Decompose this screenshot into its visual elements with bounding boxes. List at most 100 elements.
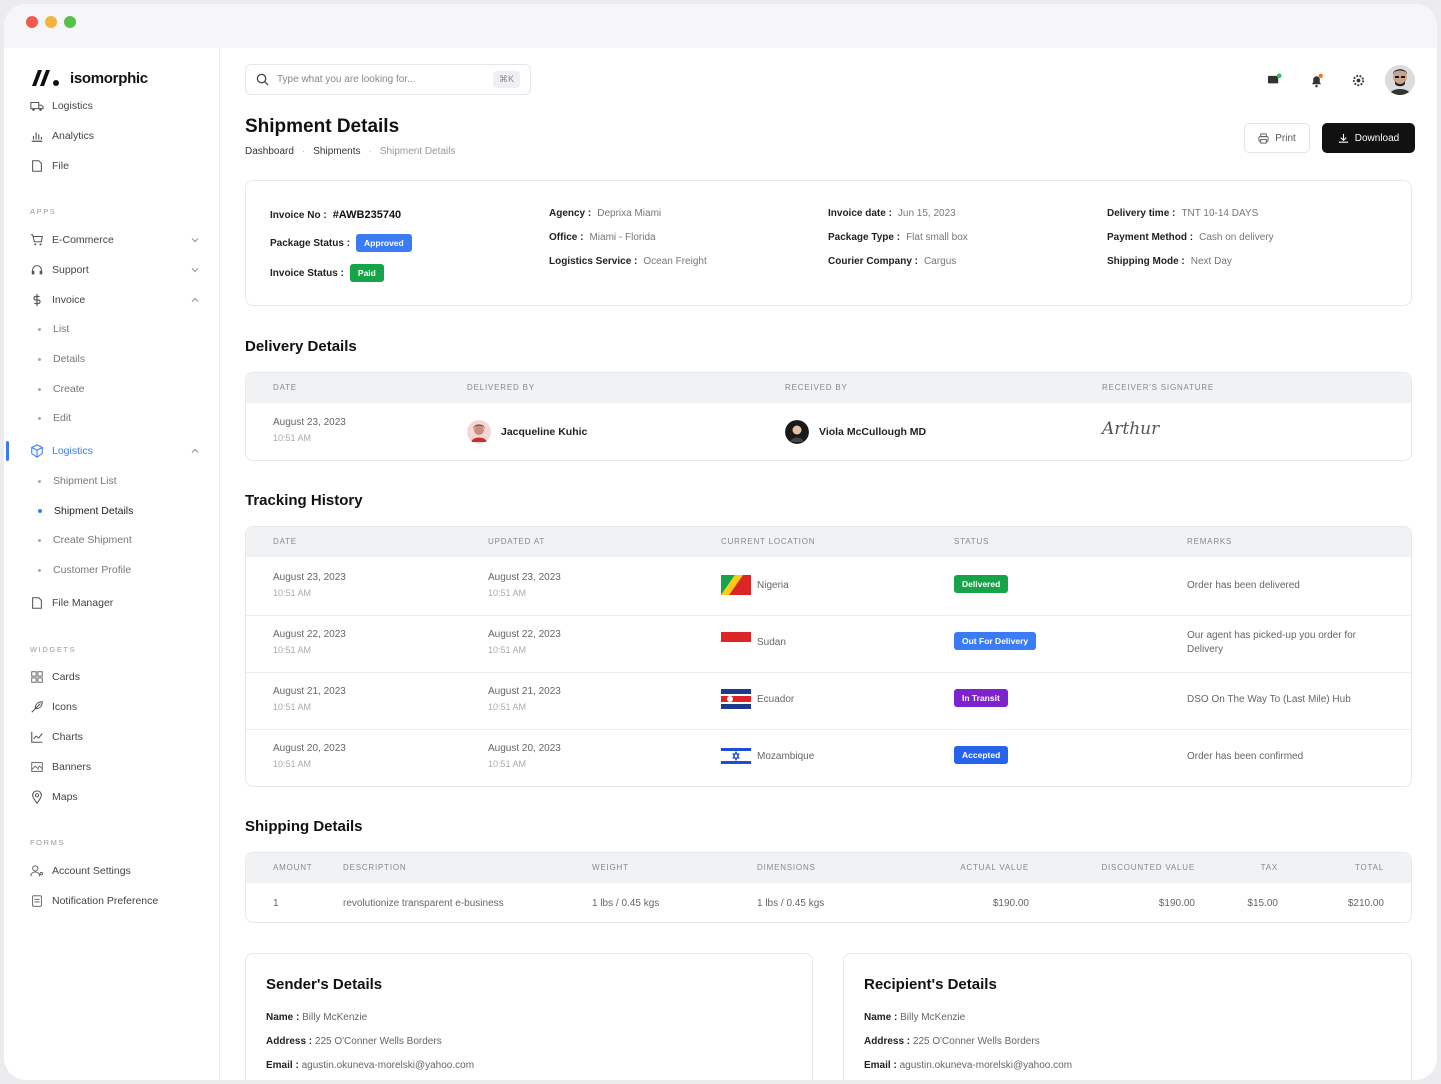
sidebar-item-label: File Manager [52,597,114,609]
minimize-window-button[interactable] [45,16,57,28]
breadcrumb-dashboard[interactable]: Dashboard [245,146,294,157]
sidebar-item-cards[interactable]: Cards [30,667,200,687]
courier-value: Cargus [924,255,957,267]
sidebar-item-label: Banners [52,761,92,773]
window-titlebar [4,4,1437,48]
sidebar-item-notification-preference[interactable]: Notification Preference [30,891,200,911]
time-text: 10:51 AM [273,588,312,598]
office-label: Office : [549,231,584,243]
payment-method-row: Payment Method : Cash on delivery [1107,225,1274,249]
table-row-remarks: DSO On The Way To (Last Mile) Hub [1187,694,1351,705]
chevron-down-icon [191,268,199,273]
invoice-col-3: Invoice date : Jun 15, 2023 Package Type … [828,201,968,273]
sender-details-card: Sender's Details Name : Billy McKenzie A… [245,953,813,1080]
sidebar-item-account-settings[interactable]: Account Settings [30,861,200,881]
column-header: WEIGHT [592,863,629,872]
sidebar-subitem-list[interactable]: List [38,320,69,338]
table-row-location: Mozambique [721,746,814,766]
avatar [467,420,491,444]
settings-button[interactable] [1343,65,1373,95]
sidebar-subitem-edit[interactable]: Edit [38,409,71,427]
sidebar-item-icons[interactable]: Icons [30,697,200,717]
user-avatar[interactable] [1385,65,1415,95]
sidebar-item-file-manager[interactable]: File Manager [30,593,200,613]
sidebar-item-ecommerce[interactable]: E-Commerce [30,230,200,250]
sidebar-item-label: Notification Preference [52,895,159,907]
sidebar-item-logistics-top[interactable]: Logistics [30,96,200,116]
sidebar-item-maps[interactable]: Maps [30,787,200,807]
sender-name-row: Name : Billy McKenzie [266,1012,367,1023]
sidebar-subitem-shipment-list[interactable]: Shipment List [38,472,117,490]
dimensions-cell: 1 lbs / 0.45 kgs [757,898,825,909]
sidebar-subitem-create[interactable]: Create [38,380,85,398]
maximize-window-button[interactable] [64,16,76,28]
date-text: August 23, 2023 [273,572,346,583]
time-text: 10:51 AM [273,645,312,655]
recipient-address-row: Address : 225 O'Conner Wells Borders [864,1036,1040,1047]
sidebar-item-label: Logistics [52,445,93,457]
sidebar-subitem-shipment-details[interactable]: Shipment Details [38,502,133,520]
sidebar-item-banners[interactable]: Banners [30,757,200,777]
invoice-col-4: Delivery time : TNT 10-14 DAYS Payment Me… [1107,201,1274,273]
column-header: RECEIVER'S SIGNATURE [1102,383,1215,392]
notifications-button[interactable] [1301,65,1331,95]
shipping-mode-value: Next Day [1190,255,1232,267]
sidebar-subitem-customer-profile[interactable]: Customer Profile [38,561,131,579]
package-type-label: Package Type : [828,231,901,243]
status-badge: In Transit [954,689,1008,707]
agency-row: Agency : Deprixa Miami [549,201,707,225]
sidebar-item-label: Support [52,264,89,276]
invoice-summary-card: Invoice No : #AWB235740 Package Status : A… [245,180,1412,306]
sidebar-item-label: Cards [52,671,81,683]
sidebar-item-analytics[interactable]: Analytics [30,126,200,146]
close-window-button[interactable] [26,16,38,28]
sidebar-item-file[interactable]: File [30,156,200,176]
bullet-icon [38,327,41,331]
sidebar-subitem-details[interactable]: Details [38,350,85,368]
sidebar-item-label: Maps [52,791,78,803]
total-cell: $210.00 [1347,898,1384,909]
status-badge: Accepted [954,746,1009,764]
recipient-name-row: Name : Billy McKenzie [864,1012,965,1023]
table-row-status: Out For Delivery [954,632,1037,650]
column-header: DELIVERED BY [467,383,535,392]
user-gear-icon [30,865,44,877]
table-header: DATE UPDATED AT CURRENT LOCATION STATUS … [246,527,1411,557]
browser-window: isomorphic Logistics Analytics File APPS… [4,4,1437,1080]
print-button[interactable]: Print [1244,123,1310,153]
search-input[interactable]: Type what you are looking for... ⌘K [245,64,531,95]
package-status-label: Package Status : [270,237,351,249]
tracking-history-table: DATE UPDATED AT CURRENT LOCATION STATUS … [245,526,1412,787]
sidebar-item-logistics[interactable]: Logistics [30,441,200,461]
sidebar-item-support[interactable]: Support [30,260,200,280]
bullet-icon [38,568,41,572]
sidebar-item-invoice[interactable]: Invoice [30,290,200,310]
sidebar-subitem-label: Create Shipment [53,534,132,546]
truck-icon [30,101,44,111]
breadcrumb-shipments[interactable]: Shipments [313,146,360,157]
table-row-location: Sudan [721,632,786,652]
table-row-updated: August 21, 2023 10:51 AM [488,686,561,712]
table-row-status: In Transit [954,689,1008,707]
messages-button[interactable] [1259,65,1289,95]
column-header: STATUS [954,537,990,546]
download-button[interactable]: Download [1322,123,1415,153]
invoice-date-row: Invoice date : Jun 15, 2023 [828,201,968,225]
column-header: UPDATED AT [488,537,546,546]
table-row-status: Accepted [954,746,1009,764]
notification-icon [32,895,42,907]
sidebar-item-charts[interactable]: Charts [30,727,200,747]
email-label: Email : [864,1060,897,1071]
office-value: Miami - Florida [589,231,656,243]
logo[interactable]: isomorphic [30,66,148,90]
sender-title: Sender's Details [266,976,383,993]
date-text: August 21, 2023 [273,686,346,697]
section-label-widgets: WIDGETS [30,645,77,654]
table-row-remarks: Order has been confirmed [1187,751,1304,762]
column-header: CURRENT LOCATION [721,537,816,546]
updated-time-text: 10:51 AM [488,702,527,712]
amount-cell: 1 [273,898,279,909]
sidebar-subitem-create-shipment[interactable]: Create Shipment [38,531,132,549]
updated-time-text: 10:51 AM [488,645,527,655]
column-header: RECEIVED BY [785,383,848,392]
